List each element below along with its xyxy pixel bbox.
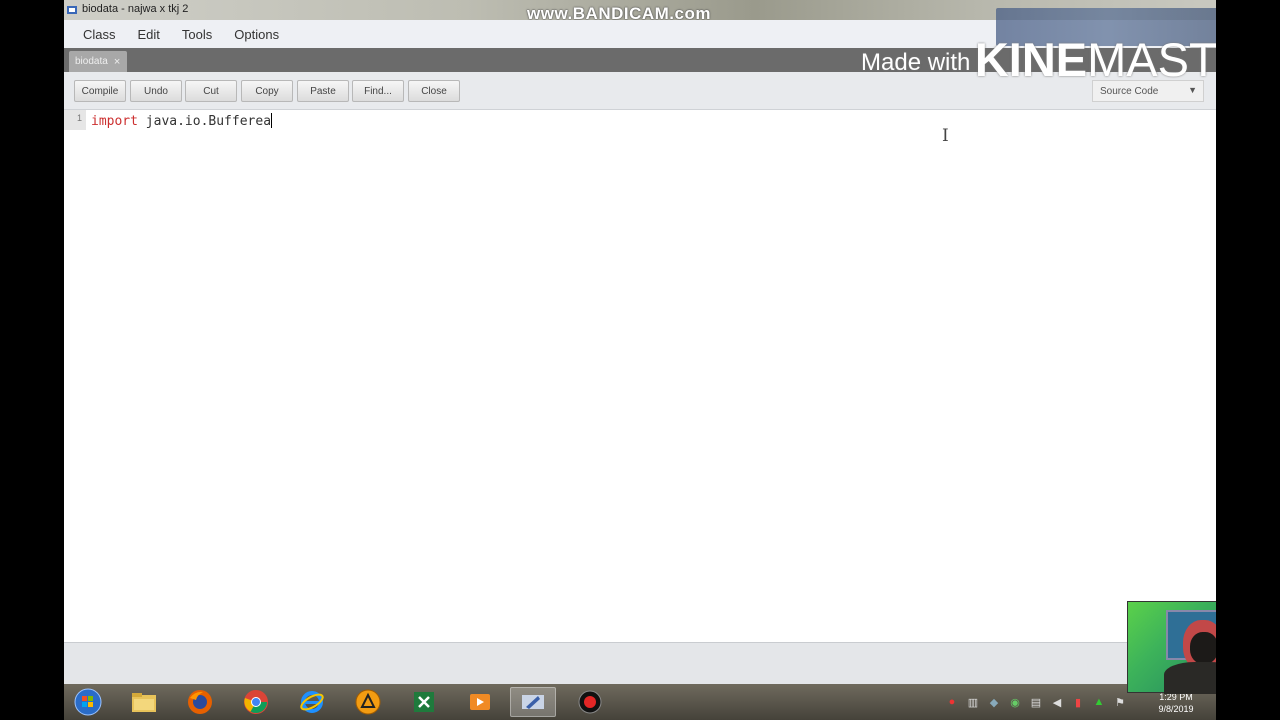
window-title: biodata - najwa x tkj 2 [82,3,189,15]
volume-icon[interactable]: ◀ [1049,694,1065,710]
kinemaster-master: MASTER [1087,33,1216,86]
tab-close-icon[interactable]: × [114,56,120,68]
taskbar: ● ▥ ◆ ◉ ▤ ◀ ▮ ▲ ⚑ 1:29 PM 9/8/2019 [64,684,1216,720]
menu-edit[interactable]: Edit [127,27,171,42]
sync-icon[interactable]: ◉ [1007,694,1023,710]
network-icon[interactable]: ▥ [965,694,981,710]
tab-biodata[interactable]: biodata × [69,51,127,72]
text-caret [271,113,273,128]
code-editor[interactable]: 1 import java.io.Bufferea I [64,110,1216,642]
undo-button[interactable]: Undo [130,80,182,102]
kinemaster-watermark: Made with KINEMASTER [861,32,1216,87]
kinemaster-kine: KINE [974,33,1088,86]
tab-label: biodata [75,56,108,67]
firefox-icon[interactable] [184,687,216,717]
media-player-icon[interactable] [464,687,496,717]
ibeam-cursor-icon: I [942,126,949,146]
view-select-value: Source Code [1100,85,1159,97]
battery-icon[interactable]: ▮ [1070,694,1086,710]
app-icon [67,6,77,14]
chrome-icon[interactable] [240,687,272,717]
record-status-icon[interactable]: ● [944,694,960,710]
taskbar-clock[interactable]: 1:29 PM 9/8/2019 [1146,691,1206,715]
paste-button[interactable]: Paste [297,80,349,102]
antivirus-icon[interactable]: ▲ [1091,694,1107,710]
compile-button[interactable]: Compile [74,80,126,102]
cut-button[interactable]: Cut [185,80,237,102]
internet-explorer-icon[interactable] [296,687,328,717]
printer-icon[interactable]: ▤ [1028,694,1044,710]
menu-options[interactable]: Options [223,27,290,42]
webcam-person-face [1190,632,1216,664]
bluej-icon[interactable] [510,687,556,717]
flag-icon[interactable]: ⚑ [1112,694,1128,710]
code-line[interactable]: import java.io.Bufferea [91,113,273,129]
folder-icon[interactable] [128,687,160,717]
menu-class[interactable]: Class [72,27,127,42]
shield-icon[interactable]: ◆ [986,694,1002,710]
copy-button[interactable]: Copy [241,80,293,102]
close-button[interactable]: Close [408,80,460,102]
code-text: java.io.Bufferea [137,114,272,129]
webcam-person-body [1164,662,1216,694]
line-number: 1 [64,110,86,130]
find-button[interactable]: Find... [352,80,404,102]
webcam-overlay [1127,601,1216,694]
clock-date: 9/8/2019 [1158,704,1194,714]
screen: biodata - najwa x tkj 2 www.BANDICAM.com… [64,0,1216,720]
menu-tools[interactable]: Tools [171,27,223,42]
status-bar [64,642,1216,684]
windows-start-icon[interactable] [72,687,104,717]
system-tray: ● ▥ ◆ ◉ ▤ ◀ ▮ ▲ ⚑ [944,694,1128,710]
kinemaster-prefix: Made with [861,49,971,76]
excel-icon[interactable] [408,687,440,717]
code-keyword: import [91,114,138,129]
record-icon[interactable] [574,687,606,717]
warning-app-icon[interactable] [352,687,384,717]
